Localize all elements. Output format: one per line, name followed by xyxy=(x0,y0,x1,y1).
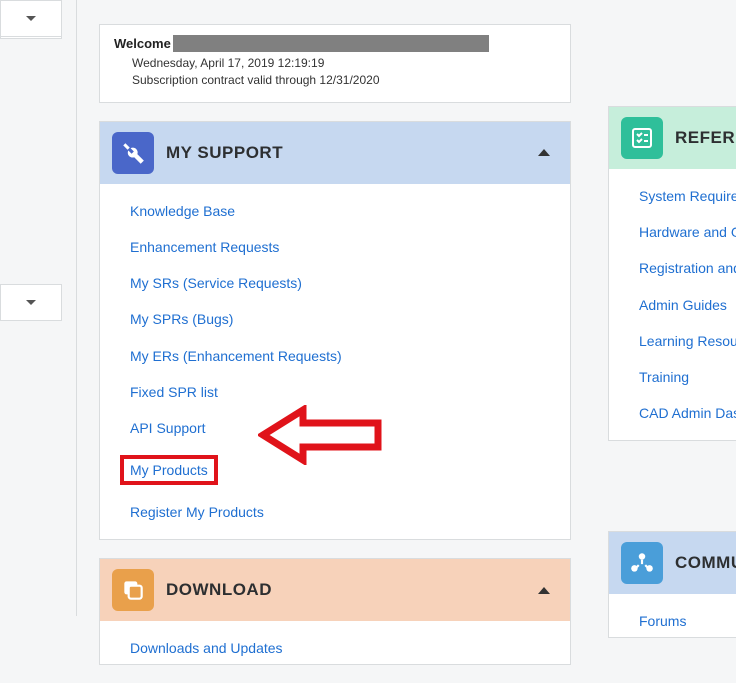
welcome-label: Welcome xyxy=(114,36,171,51)
panel-title: REFEREN xyxy=(675,128,736,148)
panel-reference: REFEREN System Requirem Hardware and Gr … xyxy=(608,106,736,441)
chevron-up-icon xyxy=(538,149,550,156)
panel-body-download: Downloads and Updates xyxy=(100,621,570,663)
link-training[interactable]: Training xyxy=(639,368,736,386)
link-registration[interactable]: Registration and xyxy=(639,259,736,277)
panel-my-support: MY SUPPORT Knowledge Base Enhancement Re… xyxy=(99,121,571,541)
link-my-srs[interactable]: My SRs (Service Requests) xyxy=(130,274,556,292)
link-my-ers[interactable]: My ERs (Enhancement Requests) xyxy=(130,347,556,365)
welcome-timestamp: Wednesday, April 17, 2019 12:19:19 xyxy=(132,55,556,72)
left-menu-toggle-1[interactable] xyxy=(0,0,62,37)
highlight-box: My Products xyxy=(120,455,218,485)
link-register-my-products[interactable]: Register My Products xyxy=(130,503,556,521)
left-menu-toggle-2[interactable] xyxy=(0,284,62,321)
welcome-subscription: Subscription contract valid through 12/3… xyxy=(132,72,556,89)
link-my-products[interactable]: My Products xyxy=(130,462,208,478)
panel-title: MY SUPPORT xyxy=(166,143,538,163)
link-learning-resources[interactable]: Learning Resour xyxy=(639,332,736,350)
link-my-products-wrapper: My Products xyxy=(130,455,556,485)
link-hardware-graphics[interactable]: Hardware and Gr xyxy=(639,223,736,241)
panel-download: DOWNLOAD Downloads and Updates xyxy=(99,558,571,664)
link-fixed-spr-list[interactable]: Fixed SPR list xyxy=(130,383,556,401)
panel-header-my-support[interactable]: MY SUPPORT xyxy=(100,122,570,184)
right-column: REFEREN System Requirem Hardware and Gr … xyxy=(608,106,736,656)
link-api-support[interactable]: API Support xyxy=(130,419,556,437)
redacted-username xyxy=(173,35,489,52)
chevron-up-icon xyxy=(538,587,550,594)
left-rail xyxy=(0,0,62,616)
panel-body-reference: System Requirem Hardware and Gr Registra… xyxy=(609,169,736,440)
community-icon xyxy=(621,542,663,584)
checklist-icon xyxy=(621,117,663,159)
panel-title: COMMU xyxy=(675,553,736,573)
panel-community: COMMU Forums xyxy=(608,531,736,637)
panel-header-reference[interactable]: REFEREN xyxy=(609,107,736,169)
copy-icon xyxy=(112,569,154,611)
link-cad-admin-dashboard[interactable]: CAD Admin Dash xyxy=(639,404,736,422)
panel-body-my-support: Knowledge Base Enhancement Requests My S… xyxy=(100,184,570,540)
panel-title: DOWNLOAD xyxy=(166,580,538,600)
welcome-card: Welcome Wednesday, April 17, 2019 12:19:… xyxy=(99,24,571,103)
chevron-down-icon xyxy=(26,16,36,21)
chevron-down-icon xyxy=(26,300,36,305)
panel-body-community: Forums xyxy=(609,594,736,636)
link-my-sprs[interactable]: My SPRs (Bugs) xyxy=(130,310,556,328)
link-system-requirements[interactable]: System Requirem xyxy=(639,187,736,205)
link-forums[interactable]: Forums xyxy=(639,612,736,630)
link-admin-guides[interactable]: Admin Guides xyxy=(639,296,736,314)
main-column: Welcome Wednesday, April 17, 2019 12:19:… xyxy=(99,24,571,683)
link-enhancement-requests[interactable]: Enhancement Requests xyxy=(130,238,556,256)
panel-header-download[interactable]: DOWNLOAD xyxy=(100,559,570,621)
link-knowledge-base[interactable]: Knowledge Base xyxy=(130,202,556,220)
panel-header-community[interactable]: COMMU xyxy=(609,532,736,594)
vertical-divider xyxy=(76,0,77,616)
tools-icon xyxy=(112,132,154,174)
link-downloads-and-updates[interactable]: Downloads and Updates xyxy=(130,639,556,657)
